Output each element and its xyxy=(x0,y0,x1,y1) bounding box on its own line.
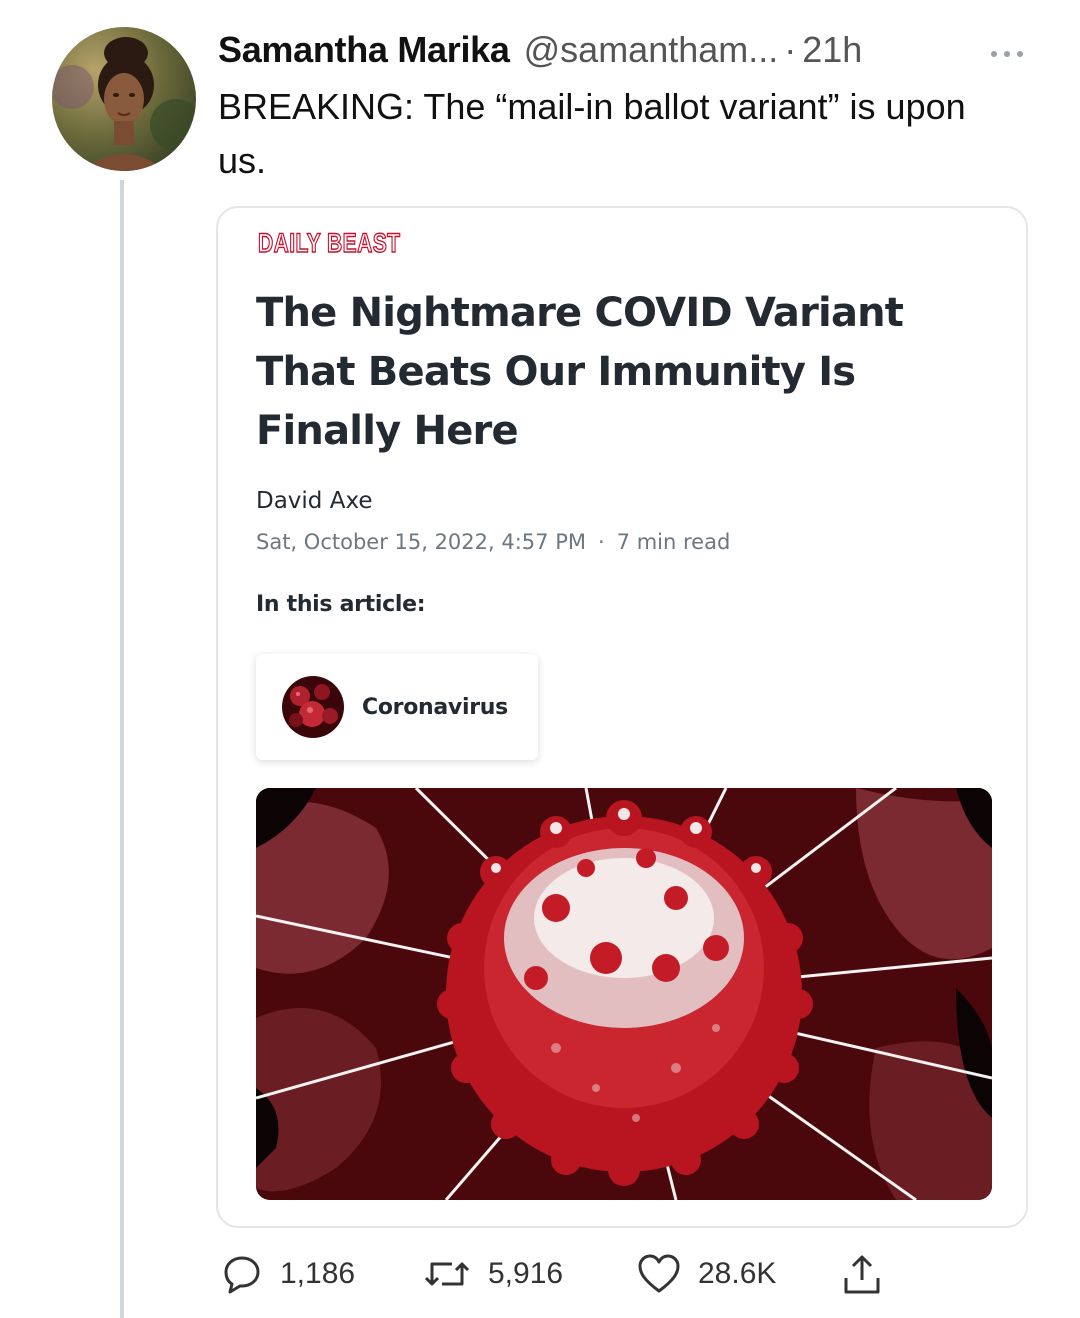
meta-separator: · xyxy=(597,530,605,554)
topic-thumbnail xyxy=(282,676,344,738)
tweet-actions: 1,186 5,916 28.6K xyxy=(218,1244,918,1304)
author-name[interactable]: Samantha Marika xyxy=(218,29,510,71)
article-date: Sat, October 15, 2022, 4:57 PM xyxy=(256,530,586,554)
retweet-count: 5,916 xyxy=(488,1257,564,1290)
topic-label: Coronavirus xyxy=(362,694,508,720)
tweet-time[interactable]: 21h xyxy=(802,29,862,71)
like-button[interactable]: 28.6K xyxy=(636,1244,776,1304)
author-handle[interactable]: @samantham... xyxy=(524,29,779,71)
reply-icon xyxy=(220,1252,264,1296)
tweet-text: BREAKING: The “mail-in ballot variant” i… xyxy=(218,86,966,181)
read-time: 7 min read xyxy=(616,530,731,554)
topic-chip-coronavirus[interactable]: Coronavirus xyxy=(256,654,538,760)
like-count: 28.6K xyxy=(698,1257,777,1290)
reply-count: 1,186 xyxy=(280,1257,356,1290)
avatar[interactable] xyxy=(52,27,196,171)
article-meta: Sat, October 15, 2022, 4:57 PM · 7 min rea… xyxy=(256,530,730,554)
article-headline: The Nightmare COVID Variant That Beats O… xyxy=(256,290,904,454)
share-button[interactable] xyxy=(840,1244,884,1304)
article-author: David Axe xyxy=(256,488,373,514)
heart-icon xyxy=(636,1252,682,1296)
thread-line xyxy=(120,180,124,1318)
retweet-button[interactable]: 5,916 xyxy=(422,1244,563,1304)
header-separator: · xyxy=(784,29,797,70)
article-card[interactable]: DAILY BEAST The Nightmare COVID Variant … xyxy=(216,206,1028,1228)
tweet-header: Samantha Marika @samantham... · 21h xyxy=(218,26,1060,74)
article-hero-image xyxy=(256,788,992,1200)
share-icon xyxy=(840,1252,884,1296)
in-this-article-label: In this article: xyxy=(256,592,426,617)
reply-button[interactable]: 1,186 xyxy=(220,1244,355,1304)
retweet-icon xyxy=(422,1252,472,1296)
publisher-logo: DAILY BEAST xyxy=(257,227,401,258)
more-dots-icon[interactable] xyxy=(990,34,1024,66)
